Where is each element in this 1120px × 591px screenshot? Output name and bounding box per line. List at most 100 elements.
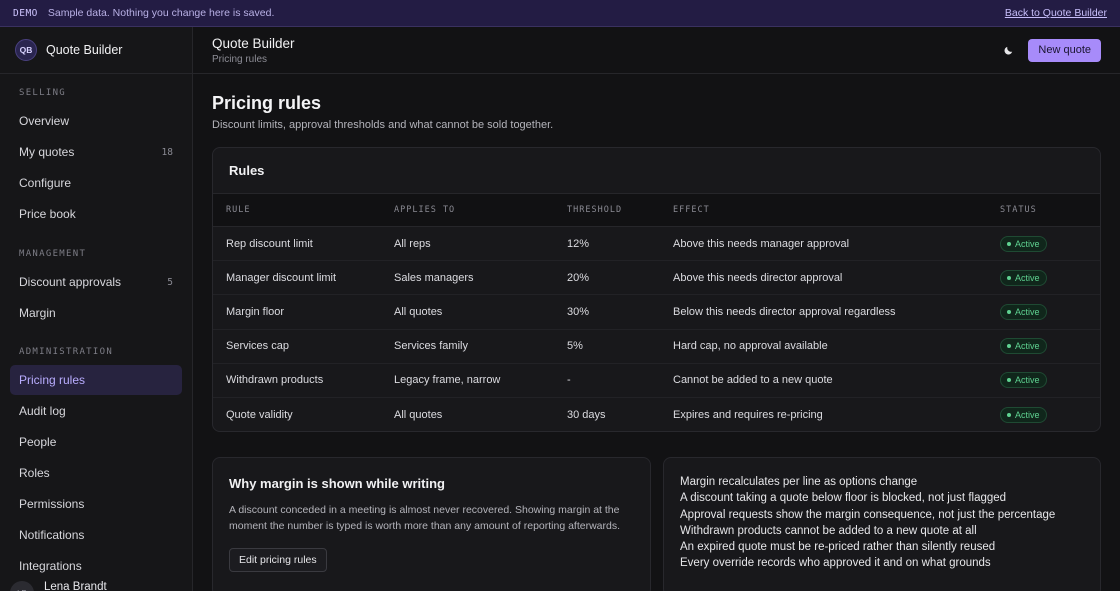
table-row[interactable]: Withdrawn products Legacy frame, narrow … [213,363,1100,398]
column-header-applies-to: APPLIES TO [394,193,567,227]
why-card-body: A discount conceded in a meeting is almo… [229,504,621,532]
table-header-row: RULE APPLIES TO THRESHOLD EFFECT STATUS [213,193,1100,227]
rule-threshold: - [567,363,673,398]
edit-pricing-rules-button[interactable]: Edit pricing rules [229,548,327,572]
main-content: Pricing rules Discount limits, approval … [212,74,1101,591]
status-dot-icon [1007,275,1011,280]
sidebar-item-price-book[interactable]: Price book [10,199,182,229]
back-to-quote-builder-link[interactable]: Back to Quote Builder [1005,7,1107,19]
status-badge: Active [1000,406,1047,423]
rule-threshold: 30% [567,294,673,330]
rule-effect: Above this needs manager approval [673,226,1000,262]
rule-name: Rep discount limit [213,226,394,262]
rule-applies-to: Services family [394,329,567,364]
status-badge: Active [1000,235,1047,252]
sidebar-item-label: People [19,435,57,449]
sidebar-item-label: Notifications [19,528,85,542]
new-quote-button[interactable]: New quote [1028,38,1101,62]
sidebar-item-label: Pricing rules [19,373,86,387]
table-row[interactable]: Services cap Services family 5% Hard cap… [213,329,1100,364]
rule-effect: Expires and requires re-pricing [673,408,823,421]
column-header-effect: EFFECT [673,193,1000,227]
sidebar-item-roles[interactable]: Roles [10,458,182,488]
table-row[interactable]: Rep discount limit All reps 12% Above th… [213,226,1100,262]
rule-threshold: 12% [567,226,673,262]
rule-effect: Below this needs director approval regar… [673,294,1000,330]
rules-card-title: Rules [229,163,265,178]
section-label-selling: SELLING [19,88,67,98]
column-header-status: STATUS [1000,193,1100,227]
table-row[interactable]: Margin floor All quotes 30% Below this n… [213,294,1100,330]
sidebar-item-label: Integrations [19,559,82,573]
rule-threshold: 5% [567,329,673,364]
topbar: Quote Builder Pricing rules New quote [193,27,1120,74]
sidebar-item-my-quotes[interactable]: My quotes 18 [10,137,182,167]
rule-name: Services cap [213,329,394,364]
sidebar-item-configure[interactable]: Configure [10,168,182,198]
sidebar-item-label: Configure [19,176,72,190]
status-badge: Active [1000,372,1047,389]
brand[interactable]: QB Quote Builder [0,27,192,74]
rule-applies-to: Sales managers [394,260,567,296]
user-name: Lena Brandt [44,581,107,591]
sidebar-item-pricing-rules[interactable]: Pricing rules [10,365,182,395]
sidebar-item-permissions[interactable]: Permissions [10,489,182,519]
demo-banner: DEMO Sample data. Nothing you change her… [0,0,1120,27]
brand-name: Quote Builder [46,43,123,57]
status-label: Active [1015,409,1040,420]
app-title: Quote Builder [212,35,295,51]
breadcrumb: Pricing rules [212,53,268,65]
sidebar-item-people[interactable]: People [10,427,182,457]
status-dot-icon [1007,378,1011,383]
sidebar-item-label: Permissions [19,497,85,511]
rules-card: Rules RULE APPLIES TO THRESHOLD EFFECT S… [212,147,1101,432]
status-label: Active [1015,341,1040,352]
sidebar-item-audit-log[interactable]: Audit log [10,396,182,426]
table-row[interactable]: Manager discount limit Sales managers 20… [213,260,1100,296]
moon-icon[interactable] [998,40,1018,60]
rule-name: Margin floor [213,294,394,330]
sidebar-item-count: 5 [167,276,173,288]
user-menu[interactable]: LB Lena Brandt ↕ [0,572,192,591]
rule-applies-to: All reps [394,226,567,262]
page-title: Pricing rules [212,93,322,113]
sidebar-item-discount-approvals[interactable]: Discount approvals 5 [10,267,182,297]
section-label-management: MANAGEMENT [19,249,87,259]
rule-threshold: 30 days [567,408,606,421]
rule-applies-to: All quotes [394,294,567,330]
status-dot-icon [1007,412,1011,417]
sidebar-item-label: Discount approvals [19,275,122,289]
rule-name: Quote validity [226,408,293,421]
status-label: Active [1015,272,1040,283]
list-item: A discount taking a quote below floor is… [680,492,1007,505]
rule-threshold: 20% [567,260,673,296]
sidebar-item-label: My quotes [19,145,75,159]
rule-name: Withdrawn products [213,363,394,398]
sidebar-item-count: 18 [161,146,173,158]
table-row[interactable]: Quote validity All quotes 30 days Expire… [213,397,1100,431]
sidebar-item-label: Overview [19,114,70,128]
rule-name: Manager discount limit [213,260,394,296]
avatar: LB [10,581,34,591]
list-item: Approval requests show the margin conseq… [680,508,1056,521]
list-item: Margin recalculates per line as options … [680,476,918,488]
demo-message: Sample data. Nothing you change here is … [47,7,275,19]
sidebar-item-label: Price book [19,207,76,221]
section-label-administration: ADMINISTRATION [19,347,114,357]
status-label: Active [1015,306,1040,317]
rule-applies-to: Legacy frame, narrow [394,363,567,398]
sidebar-item-margin[interactable]: Margin [10,298,182,328]
column-header-rule: RULE [213,193,394,227]
column-header-threshold: THRESHOLD [567,193,673,227]
status-label: Active [1015,238,1040,249]
rule-effect: Hard cap, no approval available [673,329,1000,364]
status-dot-icon [1007,309,1011,314]
list-item: Withdrawn products cannot be added to a … [680,524,977,537]
brand-logo: QB [15,39,37,61]
sidebar-item-notifications[interactable]: Notifications [10,520,182,550]
status-badge: Active [1000,338,1047,355]
sidebar-item-overview[interactable]: Overview [10,106,182,136]
list-item: An expired quote must be re-priced rathe… [680,541,996,554]
rule-effect: Cannot be added to a new quote [673,363,1000,398]
why-card-title: Why margin is shown while writing [229,476,445,491]
